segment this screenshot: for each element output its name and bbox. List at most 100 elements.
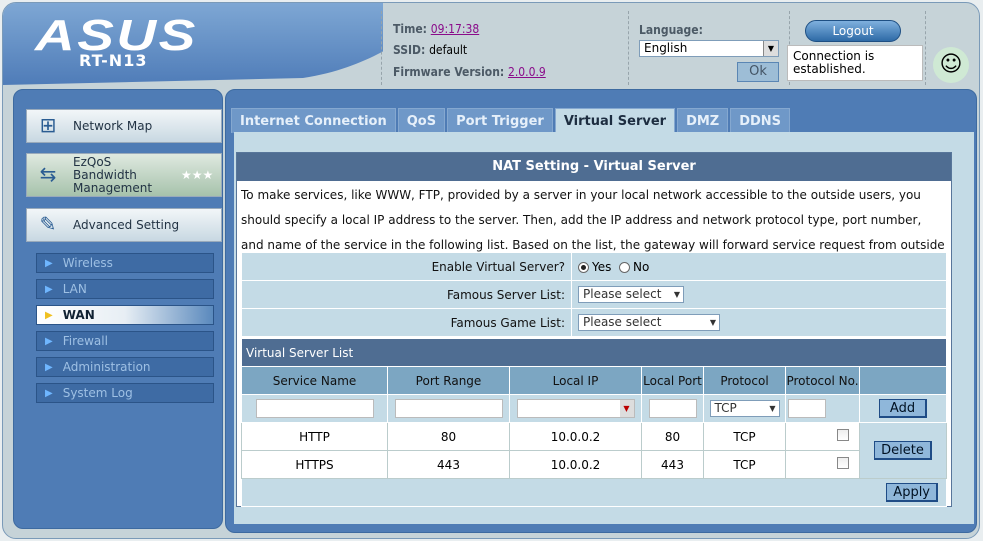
row-checkbox[interactable]: [837, 457, 849, 469]
tab-bar: Internet Connection QoS Port Trigger Vir…: [231, 108, 791, 133]
ssid-label: SSID:: [393, 43, 426, 57]
tab-ddns[interactable]: DDNS: [730, 108, 791, 133]
cell-protocol-no: [785, 422, 860, 451]
radio-no[interactable]: No: [619, 260, 649, 274]
radio-icon: [619, 261, 631, 273]
apply-button[interactable]: Apply: [886, 483, 938, 502]
language-select[interactable]: English ▼: [639, 40, 779, 57]
column-header: Port Range: [387, 366, 510, 395]
ssid-value: default: [429, 43, 468, 57]
delete-button[interactable]: Delete: [874, 441, 932, 460]
settings-table: Enable Virtual Server? Yes No Famous Ser…: [241, 252, 947, 337]
column-header: Protocol No.: [785, 366, 860, 395]
time-label: Time:: [393, 22, 427, 36]
arrow-right-icon: ▶: [45, 361, 53, 373]
status-mascot-icon: ☺: [933, 47, 969, 83]
column-header: Service Name: [241, 366, 388, 395]
cell-protocol: TCP: [703, 450, 786, 479]
apply-row: Apply: [241, 478, 947, 507]
connection-status-tooltip: Connection is established.: [787, 45, 923, 81]
sidebar-item-label: Advanced Setting: [73, 218, 180, 232]
submenu-system-log[interactable]: ▶ System Log: [36, 383, 214, 403]
time-info: Time: 09:17:38: [393, 22, 479, 36]
chevron-down-icon: ▼: [673, 290, 680, 299]
submenu-lan[interactable]: ▶ LAN: [36, 279, 214, 299]
divider: [628, 11, 629, 85]
port-range-input[interactable]: [394, 399, 503, 418]
sidebar-item-label: EzQoS Bandwidth Management: [73, 154, 153, 195]
submenu-label: Firewall: [62, 334, 108, 348]
radio-no-label: No: [633, 259, 650, 274]
select-value: TCP: [714, 401, 737, 415]
network-icon: ⊞: [39, 113, 57, 137]
tab-port-trigger[interactable]: Port Trigger: [447, 108, 553, 133]
wrench-icon: ✎: [39, 212, 57, 236]
column-header: Local IP: [509, 366, 642, 395]
submenu-label: LAN: [62, 282, 87, 296]
tab-internet-connection[interactable]: Internet Connection: [231, 108, 396, 133]
cell-service: HTTP: [241, 422, 388, 451]
column-header: [859, 366, 947, 395]
model-name: RT-N13: [79, 51, 148, 70]
main-panel: Internet Connection QoS Port Trigger Vir…: [225, 89, 977, 533]
sidebar-item-network-map[interactable]: ⊞ Network Map: [26, 109, 222, 143]
service-name-input[interactable]: [255, 399, 374, 418]
sidebar-item-ezqos[interactable]: ⇆ EzQoS Bandwidth Management ★★★: [26, 153, 222, 197]
chevron-down-icon: ▼: [769, 404, 776, 413]
submenu-wan[interactable]: ▶ WAN: [36, 305, 214, 325]
arrow-right-icon: ▶: [45, 257, 53, 269]
list-title: Virtual Server List: [241, 338, 947, 367]
new-entry-row: ▼ TCP ▼ Add: [241, 394, 947, 423]
submenu-label: Wireless: [62, 256, 113, 270]
virtual-server-list: Virtual Server List Service Name Port Ra…: [241, 338, 947, 507]
firmware-link[interactable]: 2.0.0.9: [508, 65, 546, 79]
submenu-wireless[interactable]: ▶ Wireless: [36, 253, 214, 273]
radio-icon: [578, 261, 589, 273]
chevron-down-icon: ▼: [763, 41, 778, 56]
table-row: HTTP 80 10.0.0.2 80 TCP Delete: [241, 422, 947, 479]
cell-port-range: 443: [387, 450, 510, 479]
row-checkbox[interactable]: [837, 429, 849, 441]
protocol-select[interactable]: TCP ▼: [709, 400, 780, 417]
tab-virtual-server[interactable]: Virtual Server: [554, 108, 676, 133]
cell-service: HTTPS: [241, 450, 388, 479]
submenu-label: System Log: [62, 386, 133, 400]
local-ip-combo[interactable]: ▼: [516, 399, 635, 418]
cell-protocol: TCP: [703, 422, 786, 451]
add-button[interactable]: Add: [879, 399, 927, 418]
logout-button[interactable]: Logout: [805, 20, 901, 42]
sidebar-item-advanced-setting[interactable]: ✎ Advanced Setting: [26, 208, 222, 242]
arrow-right-icon: ▶: [45, 309, 53, 321]
local-port-input[interactable]: [648, 399, 697, 418]
tab-qos[interactable]: QoS: [397, 108, 446, 133]
cell-port-range: 80: [387, 422, 510, 451]
famous-game-select[interactable]: Please select ▼: [578, 314, 720, 331]
table-row: HTTPS 443 10.0.0.2 443 TCP: [241, 450, 947, 479]
chevron-down-icon: ▼: [619, 400, 634, 417]
chevron-down-icon: ▼: [709, 318, 716, 327]
select-value: Please select: [583, 287, 662, 301]
submenu-administration[interactable]: ▶ Administration: [36, 357, 214, 377]
cell-local-port: 80: [641, 422, 704, 451]
arrow-right-icon: ▶: [45, 283, 53, 295]
ok-button[interactable]: Ok: [737, 62, 779, 82]
famous-server-select[interactable]: Please select ▼: [578, 286, 684, 303]
radio-yes[interactable]: Yes: [578, 260, 611, 274]
bandwidth-icon: ⇆: [39, 162, 57, 186]
sidebar: ⊞ Network Map ⇆ EzQoS Bandwidth Management…: [13, 89, 223, 529]
tab-dmz[interactable]: DMZ: [677, 108, 729, 133]
submenu-firewall[interactable]: ▶ Firewall: [36, 331, 214, 351]
cell-local-port: 443: [641, 450, 704, 479]
delete-cell: Delete: [859, 422, 947, 479]
famous-server-label: Famous Server List:: [241, 280, 572, 309]
protocol-no-input[interactable]: [788, 399, 826, 418]
sidebar-item-label: Network Map: [73, 119, 153, 133]
router-admin-window: ASUS RT-N13 Time: 09:17:38 SSID: default…: [2, 2, 980, 539]
divider: [925, 11, 926, 85]
virtual-server-form: NAT Setting - Virtual Server To make ser…: [236, 152, 952, 507]
cell-local-ip: 10.0.0.2: [509, 422, 642, 451]
radio-yes-label: Yes: [592, 259, 612, 274]
page-title: NAT Setting - Virtual Server: [237, 153, 951, 181]
firmware-info: Firmware Version: 2.0.0.9: [393, 65, 546, 79]
time-link[interactable]: 09:17:38: [431, 22, 479, 36]
